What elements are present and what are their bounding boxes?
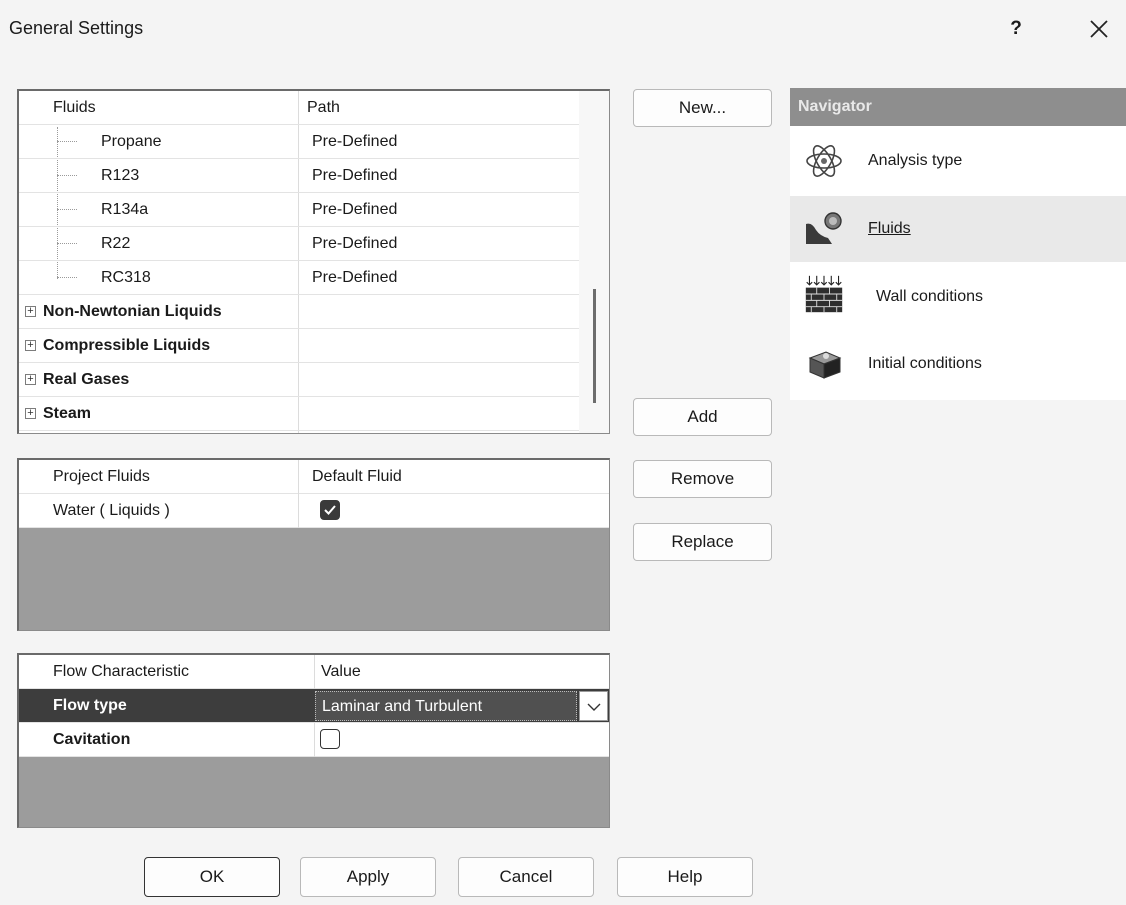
- nav-item-wall-conditions[interactable]: Wall conditions: [790, 264, 1126, 330]
- project-fluids-grid[interactable]: Project Fluids Default Fluid Water ( Liq…: [17, 458, 610, 631]
- flow-type-value[interactable]: Laminar and Turbulent: [315, 691, 577, 721]
- fluid-group-row[interactable]: + Compressible Liquids: [19, 329, 609, 363]
- expand-icon[interactable]: +: [25, 374, 36, 385]
- tree-connector: [57, 141, 77, 142]
- flow-type-label: Flow type: [53, 697, 127, 714]
- apply-button[interactable]: Apply: [300, 857, 436, 897]
- expand-icon[interactable]: +: [25, 340, 36, 351]
- fluid-group-row[interactable]: + Steam: [19, 397, 609, 431]
- column-divider: [298, 460, 299, 494]
- fluid-name: R134a: [101, 201, 149, 218]
- nav-label: Fluids: [868, 220, 911, 237]
- analysis-type-icon: [806, 145, 842, 177]
- help-question-button[interactable]: ?: [1003, 14, 1029, 44]
- nav-item-initial-conditions[interactable]: Initial conditions: [790, 332, 1126, 398]
- fluid-path: Pre-Defined: [312, 269, 398, 286]
- column-divider: [314, 655, 315, 689]
- fluids-grid[interactable]: Fluids Path Propane Pre-Defined R123 Pre…: [17, 89, 610, 434]
- path-column-header: Path: [307, 99, 340, 116]
- fluid-row[interactable]: R134a Pre-Defined: [19, 193, 609, 227]
- navigator-panel: Navigator Analysis type Fluids Wall cond…: [790, 88, 1126, 400]
- wall-conditions-icon: [805, 275, 843, 313]
- nav-item-fluids[interactable]: Fluids: [790, 196, 1126, 262]
- tree-connector: [57, 277, 77, 278]
- fluid-path: Pre-Defined: [312, 201, 398, 218]
- cavitation-row[interactable]: Cavitation: [19, 723, 609, 757]
- replace-button[interactable]: Replace: [633, 523, 772, 561]
- fluid-row[interactable]: R22 Pre-Defined: [19, 227, 609, 261]
- project-fluids-header: Project Fluids Default Fluid: [19, 460, 609, 494]
- fluid-row[interactable]: Propane Pre-Defined: [19, 125, 609, 159]
- fluid-path: Pre-Defined: [312, 235, 398, 252]
- fluid-path: Pre-Defined: [312, 133, 398, 150]
- fluid-group-name: Steam: [43, 405, 92, 422]
- fluids-scrollbar[interactable]: [579, 91, 609, 433]
- column-divider: [314, 723, 315, 757]
- cavitation-label: Cavitation: [53, 731, 131, 748]
- flow-type-dropdown[interactable]: Laminar and Turbulent: [315, 691, 609, 721]
- fluid-row[interactable]: R123 Pre-Defined: [19, 159, 609, 193]
- value-column-header: Value: [321, 663, 361, 680]
- fluid-group-name: Compressible Liquids: [43, 337, 211, 354]
- new-button[interactable]: New...: [633, 89, 772, 127]
- window-title: General Settings: [9, 18, 144, 38]
- fluid-group-row[interactable]: + Non-Newtonian Liquids: [19, 295, 609, 329]
- flow-characteristic-header: Flow Characteristic Value: [19, 655, 609, 689]
- project-fluid-row[interactable]: Water ( Liquids ): [19, 494, 609, 528]
- fluid-name: RC318: [101, 269, 151, 286]
- title-bar: General Settings ?: [0, 0, 1126, 62]
- initial-conditions-icon: [808, 351, 842, 379]
- fluid-group-name: Non-Newtonian Liquids: [43, 303, 222, 320]
- nav-item-analysis-type[interactable]: Analysis type: [790, 128, 1126, 194]
- close-button[interactable]: [1081, 12, 1117, 46]
- fluid-path: Pre-Defined: [312, 167, 398, 184]
- tree-connector: [57, 209, 77, 210]
- scrollbar-thumb[interactable]: [593, 289, 596, 403]
- expand-icon[interactable]: +: [25, 408, 36, 419]
- close-icon: [1090, 20, 1108, 38]
- flow-characteristic-grid[interactable]: Flow Characteristic Value Flow type Lami…: [17, 653, 610, 828]
- ok-button[interactable]: OK: [144, 857, 280, 897]
- expand-icon[interactable]: +: [25, 306, 36, 317]
- checkmark-icon: [324, 505, 336, 515]
- chevron-down-icon: [587, 703, 601, 711]
- remove-button[interactable]: Remove: [633, 460, 772, 498]
- fluid-name: R123: [101, 167, 140, 184]
- tree-connector: [57, 175, 77, 176]
- fluid-group-name: Real Gases: [43, 371, 130, 388]
- nav-label: Initial conditions: [868, 355, 982, 372]
- default-fluid-checkbox[interactable]: [320, 500, 340, 520]
- fluids-grid-header: Fluids Path: [19, 91, 609, 125]
- cavitation-checkbox[interactable]: [320, 729, 340, 749]
- flow-type-row[interactable]: Flow type Laminar and Turbulent: [19, 689, 609, 723]
- flow-characteristic-column-header: Flow Characteristic: [53, 663, 190, 680]
- help-button[interactable]: Help: [617, 857, 753, 897]
- cancel-button[interactable]: Cancel: [458, 857, 594, 897]
- nav-label: Wall conditions: [876, 288, 984, 305]
- tree-connector: [57, 243, 77, 244]
- fluid-group-row[interactable]: + Real Gases: [19, 363, 609, 397]
- navigator-header: Navigator: [790, 88, 1126, 126]
- add-button[interactable]: Add: [633, 398, 772, 436]
- default-fluid-column-header: Default Fluid: [312, 468, 402, 485]
- project-fluids-column-header: Project Fluids: [53, 468, 150, 485]
- project-fluid-name: Water ( Liquids ): [53, 502, 170, 519]
- dropdown-button[interactable]: [579, 691, 608, 721]
- fluid-name: R22: [101, 235, 131, 252]
- column-divider: [298, 494, 299, 528]
- nav-label: Analysis type: [868, 152, 963, 169]
- fluids-column-header: Fluids: [53, 99, 96, 116]
- fluid-name: Propane: [101, 133, 162, 150]
- fluids-icon: [806, 212, 842, 244]
- fluid-row[interactable]: RC318 Pre-Defined: [19, 261, 609, 295]
